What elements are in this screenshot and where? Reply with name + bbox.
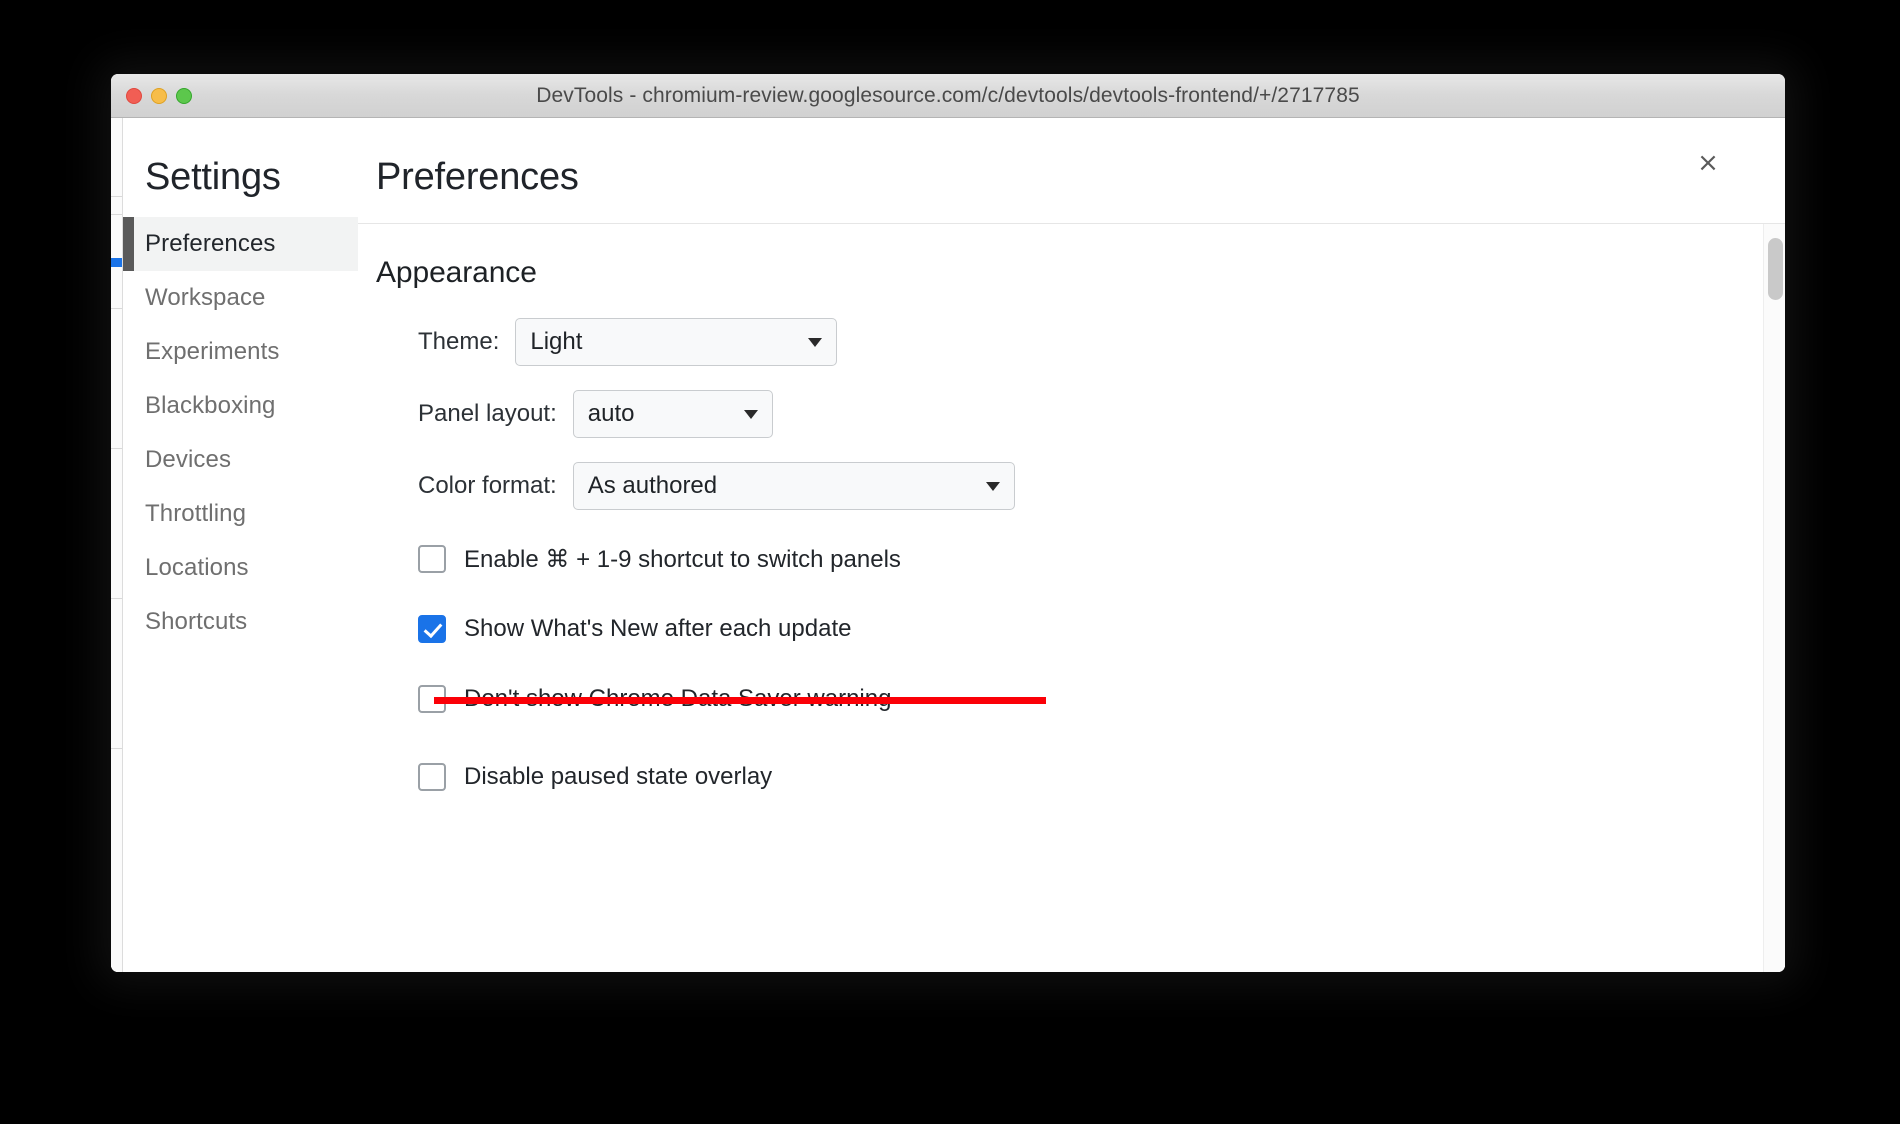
- content-scrollbar[interactable]: [1763, 224, 1785, 972]
- color-format-select[interactable]: As authored: [572, 462, 1015, 510]
- sidebar-item-blackboxing[interactable]: Blackboxing: [123, 379, 358, 433]
- window-title: DevTools - chromium-review.googlesource.…: [536, 83, 1360, 107]
- sidebar-item-locations[interactable]: Locations: [123, 541, 358, 595]
- section-title-appearance: Appearance: [376, 256, 537, 289]
- sidebar-item-label: Blackboxing: [145, 392, 276, 419]
- panel-layout-select[interactable]: auto: [572, 390, 773, 438]
- field-row-panel-layout: Panel layout: auto: [376, 390, 1763, 438]
- scrollbar-thumb[interactable]: [1768, 238, 1783, 300]
- sidebar-item-experiments[interactable]: Experiments: [123, 325, 358, 379]
- close-window-button[interactable]: [126, 87, 142, 104]
- sidebar-item-label: Workspace: [145, 284, 266, 311]
- color-format-select-value: As authored: [587, 472, 718, 499]
- disable-paused-overlay-checkbox[interactable]: [418, 763, 446, 791]
- disable-paused-overlay-label: Disable paused state overlay: [464, 763, 773, 790]
- enable-cmd-shortcut-label: Enable ⌘ + 1-9 shortcut to switch panels: [464, 545, 901, 573]
- traffic-light-group: [126, 74, 192, 117]
- chevron-down-icon: [808, 337, 823, 347]
- data-saver-warning-checkbox[interactable]: [418, 685, 446, 713]
- minimize-window-button[interactable]: [151, 87, 167, 104]
- panel-layout-label: Panel layout:: [418, 400, 557, 427]
- show-whats-new-label: Show What's New after each update: [464, 615, 852, 642]
- sidebar-item-workspace[interactable]: Workspace: [123, 271, 358, 325]
- checkbox-row-disable-paused-overlay[interactable]: Disable paused state overlay: [376, 752, 1763, 802]
- sidebar-item-label: Shortcuts: [145, 608, 248, 635]
- sidebar-item-label: Preferences: [145, 230, 276, 257]
- enable-cmd-shortcut-checkbox[interactable]: [418, 545, 446, 573]
- window-body: × Settings Preferences Workspace Experim…: [111, 118, 1785, 972]
- sidebar-item-devices[interactable]: Devices: [123, 433, 358, 487]
- theme-select[interactable]: Light: [515, 318, 838, 366]
- sidebar-item-label: Devices: [145, 446, 232, 473]
- settings-scroll-area: Appearance Theme: Light Panel layout: au…: [358, 224, 1763, 972]
- window-titlebar: DevTools - chromium-review.googlesource.…: [111, 74, 1785, 118]
- sidebar-item-label: Experiments: [145, 338, 280, 365]
- page-title: Preferences: [376, 156, 579, 198]
- desktop-backdrop: DevTools - chromium-review.googlesource.…: [0, 0, 1900, 1124]
- sidebar-item-throttling[interactable]: Throttling: [123, 487, 358, 541]
- sidebar-item-label: Throttling: [145, 500, 247, 527]
- checkbox-row-show-whats-new[interactable]: Show What's New after each update: [376, 604, 1763, 654]
- chevron-down-icon: [743, 409, 758, 419]
- field-row-color-format: Color format: As authored: [376, 462, 1763, 510]
- field-row-theme: Theme: Light: [376, 318, 1763, 366]
- checkbox-row-data-saver-warning[interactable]: Don't show Chrome Data Saver warning: [376, 674, 1763, 724]
- sidebar-item-label: Locations: [145, 554, 249, 581]
- show-whats-new-checkbox[interactable]: [418, 615, 446, 643]
- settings-dialog: × Settings Preferences Workspace Experim…: [122, 118, 1785, 972]
- close-icon[interactable]: ×: [1693, 148, 1723, 178]
- devtools-window: DevTools - chromium-review.googlesource.…: [111, 74, 1785, 972]
- settings-content-pane: Preferences Appearance Theme: Light Pane…: [358, 118, 1785, 972]
- color-format-label: Color format:: [418, 472, 557, 499]
- sidebar-item-preferences[interactable]: Preferences: [123, 217, 358, 271]
- settings-scroll-wrap: Appearance Theme: Light Panel layout: au…: [358, 223, 1785, 972]
- panel-layout-select-value: auto: [587, 400, 635, 427]
- sidebar-item-shortcuts[interactable]: Shortcuts: [123, 595, 358, 649]
- checkbox-row-enable-cmd-shortcut[interactable]: Enable ⌘ + 1-9 shortcut to switch panels: [376, 534, 1763, 584]
- settings-heading: Settings: [145, 156, 281, 198]
- theme-label: Theme:: [418, 328, 500, 355]
- zoom-window-button[interactable]: [176, 87, 192, 104]
- data-saver-warning-label: Don't show Chrome Data Saver warning: [464, 685, 892, 712]
- settings-dialog-body: Settings Preferences Workspace Experimen…: [123, 118, 1785, 972]
- chevron-down-icon: [985, 481, 1000, 491]
- settings-sidebar: Settings Preferences Workspace Experimen…: [123, 118, 358, 972]
- theme-select-value: Light: [530, 328, 583, 355]
